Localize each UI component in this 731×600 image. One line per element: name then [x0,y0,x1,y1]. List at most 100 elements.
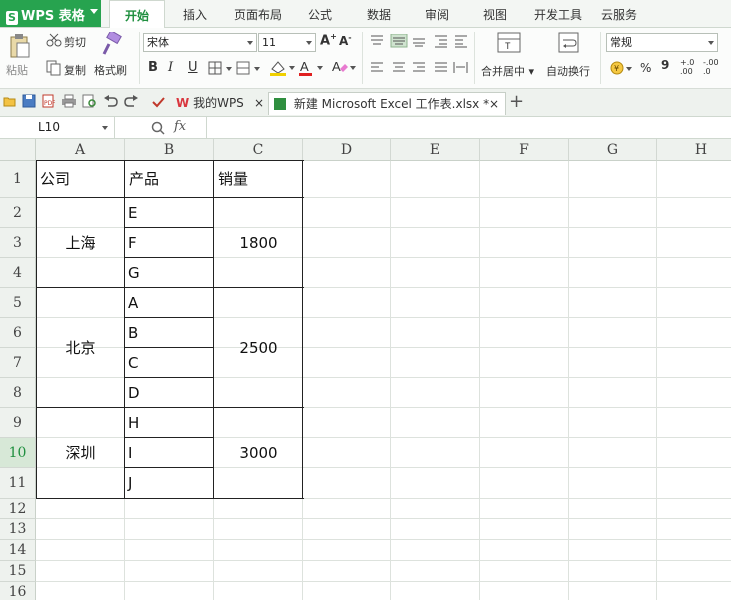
clear-format-icon[interactable]: A [330,59,358,77]
row-header-5[interactable]: 5 [0,288,36,318]
tab-formulas[interactable]: 公式 [308,0,332,27]
column-header-d[interactable]: D [303,139,391,161]
cell-style-icon[interactable] [236,61,262,75]
close-icon[interactable]: × [489,93,499,115]
cell-header-b[interactable]: 产品 [125,161,214,198]
font-color-icon[interactable]: A [297,59,325,77]
undo-icon[interactable] [104,95,118,107]
close-icon[interactable]: × [254,92,264,114]
cell-product[interactable]: E [125,198,214,228]
row-header-16[interactable]: 16 [0,582,36,600]
decrease-font-size-icon[interactable]: A- [339,33,352,48]
row-header-4[interactable]: 4 [0,258,36,288]
wrap-text-icon[interactable] [557,32,581,54]
horizontal-align-icons[interactable] [369,61,469,75]
scissors-icon[interactable] [46,33,62,47]
row-header-15[interactable]: 15 [0,561,36,582]
row-header-1[interactable]: 1 [0,161,36,198]
thousands-separator-button[interactable]: 9 [661,58,669,72]
tab-review[interactable]: 审阅 [425,0,449,27]
row-header-6[interactable]: 6 [0,318,36,348]
tab-data[interactable]: 数据 [367,0,391,27]
tab-cloud[interactable]: 云服务 [601,0,637,27]
column-header-e[interactable]: E [391,139,480,161]
copy-icon[interactable] [46,60,62,76]
cell-product[interactable]: B [125,318,214,348]
cell-product[interactable]: D [125,378,214,408]
merge-center-button[interactable]: 合并居中 ▾ [481,63,534,79]
function-button[interactable]: fx [174,119,186,134]
format-painter-button[interactable]: 格式刷 [94,62,127,78]
row-header-13[interactable]: 13 [0,519,36,540]
row-header-3[interactable]: 3 [0,228,36,258]
app-menu-button[interactable]: S WPS 表格 [0,0,101,27]
cell-sales[interactable]: 1800 [214,198,303,288]
cell-header-c[interactable]: 销量 [214,161,303,198]
row-header-12[interactable]: 12 [0,499,36,519]
column-header-f[interactable]: F [480,139,569,161]
row-header-14[interactable]: 14 [0,540,36,561]
open-folder-icon[interactable] [3,95,17,108]
decrease-decimal-button[interactable]: -.00 .0 [703,58,719,76]
row-header-7[interactable]: 7 [0,348,36,378]
zoom-icon[interactable] [151,121,165,135]
increase-font-size-icon[interactable]: A+ [320,32,337,48]
tab-insert[interactable]: 插入 [183,0,207,27]
bold-button[interactable]: B [148,60,158,75]
cell-header-a[interactable]: 公司 [36,161,125,198]
format-painter-icon[interactable] [100,32,124,56]
cut-button[interactable]: 剪切 [64,34,86,50]
percent-button[interactable]: % [640,61,651,75]
row-header-10[interactable]: 10 [0,438,36,468]
paste-icon[interactable] [9,33,31,59]
customize-toolbar-icon[interactable] [152,96,166,108]
cell-sales[interactable]: 3000 [214,408,303,499]
save-icon[interactable] [22,94,36,108]
cell-product[interactable]: J [125,468,214,499]
tab-developer[interactable]: 开发工具 [534,0,582,27]
cell-product[interactable]: H [125,408,214,438]
cell-company[interactable]: 深圳 [36,408,125,499]
column-header-b[interactable]: B [125,139,214,161]
wrap-text-button[interactable]: 自动换行 [546,63,590,79]
cell-product[interactable]: A [125,288,214,318]
cell-product[interactable]: C [125,348,214,378]
currency-icon[interactable]: ¥ [610,60,636,76]
row-header-2[interactable]: 2 [0,198,36,228]
print-preview-icon[interactable] [82,94,98,108]
tab-home[interactable]: 开始 [109,0,165,29]
vertical-align-icons[interactable] [369,34,469,48]
column-header-h[interactable]: H [657,139,731,161]
column-header-a[interactable]: A [36,139,125,161]
print-icon[interactable] [61,94,77,108]
select-all-corner[interactable] [0,139,36,161]
fill-color-icon[interactable] [268,59,296,77]
cell-company[interactable]: 上海 [36,198,125,288]
italic-button[interactable]: I [168,60,173,75]
export-pdf-icon[interactable]: PDF [41,94,55,108]
redo-icon[interactable] [124,95,138,107]
tab-view[interactable]: 视图 [483,0,507,27]
cell-company[interactable]: 北京 [36,288,125,408]
copy-button[interactable]: 复制 [64,62,86,78]
merge-center-icon[interactable]: T [497,32,521,54]
borders-icon[interactable] [208,61,234,75]
row-header-9[interactable]: 9 [0,408,36,438]
underline-button[interactable]: U [188,60,198,75]
number-format-select[interactable]: 常规 [606,33,718,52]
doc-tab-my-wps[interactable]: W 我的WPS × [172,92,270,114]
spreadsheet-grid[interactable]: A B C D E F G H 1 2 3 4 5 6 7 8 9 10 11 12 13 14 15 16 公司 产品 销量 上海 1… [0,139,731,600]
row-header-8[interactable]: 8 [0,378,36,408]
cell-product[interactable]: F [125,228,214,258]
cell-sales[interactable]: 2500 [214,288,303,408]
new-tab-button[interactable]: + [509,91,524,112]
tab-page-layout[interactable]: 页面布局 [234,0,282,27]
font-size-select[interactable]: 11 [258,33,316,52]
row-header-11[interactable]: 11 [0,468,36,499]
increase-decimal-button[interactable]: +.0 .00 [680,58,694,76]
font-name-select[interactable]: 宋体 [143,33,257,52]
cell-product[interactable]: I [125,438,214,468]
cell-product[interactable]: G [125,258,214,288]
name-box[interactable]: L10 [0,117,115,138]
paste-button-label[interactable]: 粘贴 [6,62,28,78]
